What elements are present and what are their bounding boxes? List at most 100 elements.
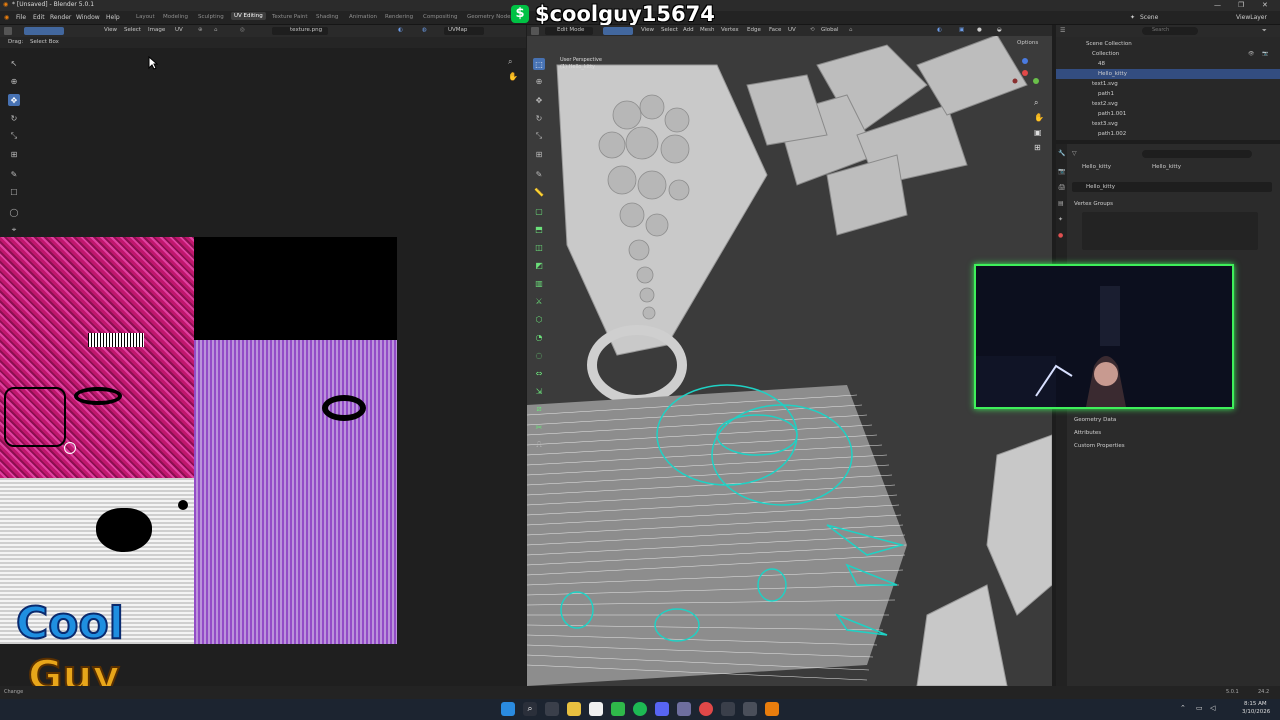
section-custom-properties[interactable]: Custom Properties xyxy=(1074,440,1274,452)
section-attributes[interactable]: Attributes xyxy=(1074,427,1274,439)
tool-tab-icon[interactable]: 🔧 xyxy=(1058,150,1065,157)
knife-icon[interactable]: ⚔ xyxy=(533,295,545,307)
maximize-button[interactable]: ❐ xyxy=(1238,1,1244,9)
vp-scale-icon[interactable]: ⤡ xyxy=(533,130,545,142)
spin-icon[interactable]: ◔ xyxy=(533,331,545,343)
bevel-icon[interactable]: ◩ xyxy=(533,259,545,271)
file-explorer-icon[interactable] xyxy=(567,702,581,716)
pivot-icon[interactable]: ⊕ xyxy=(198,27,203,33)
mesh-select-mode[interactable] xyxy=(603,27,633,35)
vertex-groups-list[interactable] xyxy=(1082,212,1258,250)
shear-icon[interactable]: ⧄ xyxy=(533,403,545,415)
zoom-icon[interactable]: ⌕ xyxy=(508,57,512,67)
menu-file[interactable]: File xyxy=(16,14,26,21)
scale-tool-icon[interactable]: ⤡ xyxy=(8,130,20,142)
camera-view-icon[interactable]: ▣ xyxy=(1034,128,1042,137)
vp-menu-uv[interactable]: UV xyxy=(788,27,796,33)
section-geometry-data[interactable]: Geometry Data xyxy=(1074,414,1274,426)
grab-tool-icon[interactable]: ☐ xyxy=(8,186,20,198)
app-purple-icon[interactable] xyxy=(677,702,691,716)
outliner-row-scene-collection[interactable]: Scene Collection xyxy=(1056,39,1280,49)
tab-animation[interactable]: Animation xyxy=(349,14,377,20)
add-cube-icon[interactable]: ▢ xyxy=(533,205,545,217)
app-green-icon[interactable] xyxy=(611,702,625,716)
search-icon[interactable]: ⌕ xyxy=(523,702,537,716)
outliner-row-path1-002[interactable]: path1.002 xyxy=(1056,129,1280,139)
chrome-icon[interactable] xyxy=(699,702,713,716)
tweak-tool-icon[interactable]: ↖ xyxy=(8,57,20,69)
vp-menu-view[interactable]: View xyxy=(641,27,654,33)
output-tab-icon[interactable]: 🖨 xyxy=(1058,184,1066,191)
ortho-toggle-icon[interactable]: ⊞ xyxy=(1034,143,1041,152)
editor-type-icon[interactable] xyxy=(4,27,12,35)
inset-icon[interactable]: ◫ xyxy=(533,241,545,253)
viewport-editor-type-icon[interactable] xyxy=(531,27,539,35)
vp-zoom-icon[interactable]: ⌕ xyxy=(1034,98,1038,108)
menu-help[interactable]: Help xyxy=(106,14,120,21)
volume-icon[interactable]: ◁ xyxy=(1210,704,1215,712)
outliner-editor-icon[interactable]: ☰ xyxy=(1060,27,1065,34)
properties-search-input[interactable] xyxy=(1142,150,1252,158)
tab-modeling[interactable]: Modeling xyxy=(163,14,188,20)
start-menu-icon[interactable] xyxy=(501,702,515,716)
outliner-row-text1[interactable]: text1.svg xyxy=(1056,79,1280,89)
outliner-row-text2[interactable]: text2.svg xyxy=(1056,99,1280,109)
uv-menu-uv[interactable]: UV xyxy=(175,27,183,33)
overlay-icon[interactable]: ◐ xyxy=(398,27,403,33)
display-icon[interactable]: ◍ xyxy=(422,27,427,33)
tab-geometry-nodes[interactable]: Geometry Nodes xyxy=(467,14,513,20)
material-shading-icon[interactable]: ◒ xyxy=(997,27,1002,33)
tab-uv-editing[interactable]: UV Editing xyxy=(231,12,266,20)
proportional-icon[interactable]: ◎ xyxy=(240,27,245,33)
vp-menu-face[interactable]: Face xyxy=(769,27,781,33)
outliner-row-path1[interactable]: path1 xyxy=(1056,89,1280,99)
smooth-icon[interactable]: ◌ xyxy=(533,349,545,361)
vp-menu-add[interactable]: Add xyxy=(683,27,694,33)
mesh-name-field[interactable]: Hello_kitty xyxy=(1072,182,1272,192)
scene-selector[interactable]: Scene xyxy=(1140,14,1158,21)
visibility-eye-icon[interactable]: 👁 xyxy=(1248,49,1254,59)
vp-transform-icon[interactable]: ⊞ xyxy=(533,148,545,160)
rotate-tool-icon[interactable]: ↻ xyxy=(8,112,20,124)
vp-cursor-icon[interactable]: ⊕ xyxy=(533,75,545,87)
vp-move-icon[interactable]: ✥ xyxy=(533,94,545,106)
vp-menu-edge[interactable]: Edge xyxy=(747,27,761,33)
notepad-icon[interactable] xyxy=(589,702,603,716)
tray-chevron-icon[interactable]: ⌃ xyxy=(1180,704,1186,712)
tab-rendering[interactable]: Rendering xyxy=(385,14,413,20)
vp-measure-icon[interactable]: 📏 xyxy=(533,186,545,198)
scene-tab-icon[interactable]: ✦ xyxy=(1058,216,1063,223)
vp-rotate-icon[interactable]: ↻ xyxy=(533,112,545,124)
uv-menu-image[interactable]: Image xyxy=(148,27,165,33)
outliner-row-48[interactable]: 48 xyxy=(1056,59,1280,69)
view-layer-selector[interactable]: ViewLayer xyxy=(1236,14,1267,21)
rip-region-icon[interactable]: ✂ xyxy=(533,421,545,433)
edge-slide-icon[interactable]: ⇔ xyxy=(533,367,545,379)
vp-snap-icon[interactable]: ⌂ xyxy=(849,27,853,33)
tab-layout[interactable]: Layout xyxy=(136,14,155,20)
select-box-icon[interactable]: ⬚ xyxy=(533,58,545,70)
poly-build-icon[interactable]: ⬡ xyxy=(533,313,545,325)
app-gray-icon[interactable] xyxy=(743,702,757,716)
section-vertex-groups[interactable]: Vertex Groups xyxy=(1074,198,1274,210)
spotify-icon[interactable] xyxy=(633,702,647,716)
shrink-icon[interactable]: ⇲ xyxy=(533,385,545,397)
vp-overlay-icon[interactable]: ◐ xyxy=(937,27,942,33)
transform-orientation[interactable]: Global xyxy=(821,27,839,33)
select-mode-buttons[interactable] xyxy=(24,27,64,35)
discord-icon[interactable] xyxy=(655,702,669,716)
render-camera-icon[interactable]: 📷 xyxy=(1262,49,1268,59)
tab-texture-paint[interactable]: Texture Paint xyxy=(272,14,308,20)
uv-cursor[interactable] xyxy=(64,442,76,454)
menu-render[interactable]: Render xyxy=(50,14,71,21)
tab-sculpting[interactable]: Sculpting xyxy=(198,14,224,20)
vp-pan-icon[interactable]: ✋ xyxy=(1034,113,1044,122)
network-icon[interactable]: ▭ xyxy=(1196,704,1203,712)
outliner-search-input[interactable] xyxy=(1142,27,1198,35)
options-dropdown[interactable]: Options xyxy=(1017,40,1038,46)
pan-icon[interactable]: ✋ xyxy=(508,72,518,81)
vp-annotate-icon[interactable]: ✎ xyxy=(533,168,545,180)
vp-menu-mesh[interactable]: Mesh xyxy=(700,27,714,33)
outliner-row-path1-001[interactable]: path1.001 xyxy=(1056,109,1280,119)
orientation-icon[interactable]: ⟲ xyxy=(810,27,815,33)
